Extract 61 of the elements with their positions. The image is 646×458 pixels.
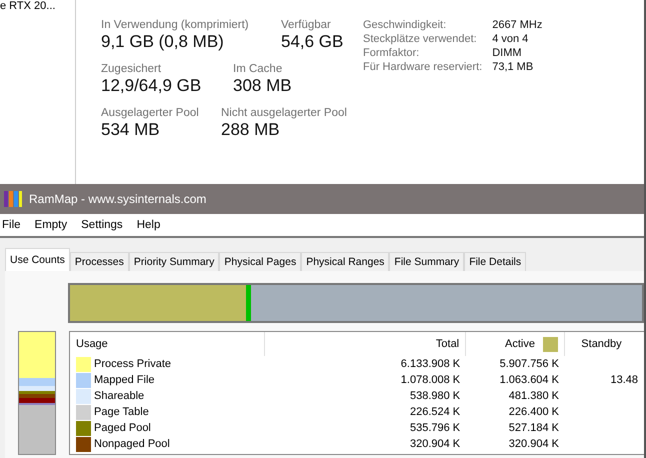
detail-label: Für Hardware reserviert: (363, 61, 482, 73)
stat-value: 12,9/64,9 GB (101, 76, 202, 96)
table-cell: 481.380 K (508, 390, 559, 402)
stat-value: 308 MB (233, 76, 292, 96)
table-cell: 538.980 K (410, 390, 460, 402)
column-header[interactable]: Active (466, 332, 565, 356)
table-cell: Page Table (94, 406, 149, 418)
tab[interactable]: Processes (70, 252, 129, 271)
tab[interactable]: Physical Pages (219, 252, 302, 271)
column-header[interactable]: Standby (564, 332, 644, 356)
table-cell: 13.48 (610, 374, 638, 386)
stat-label: Ausgelagerter Pool (101, 107, 200, 119)
detail-label: Steckplätze verwendet: (363, 33, 478, 45)
table-cell: 1.078.008 K (400, 374, 460, 386)
tab[interactable]: Use Counts (5, 248, 70, 271)
stat-label: Verfügbar (281, 19, 332, 31)
stat-value: 534 MB (101, 120, 161, 140)
detail-value: DIMM (492, 47, 523, 59)
stat-label: Nicht ausgelagerter Pool (221, 107, 347, 119)
table-cell: 320.904 K (508, 438, 559, 450)
detail-value: 4 von 4 (492, 33, 530, 45)
detail-label: Geschwindigkeit: (363, 19, 448, 31)
tab[interactable]: Physical Ranges (301, 252, 390, 271)
table-cell: 6.133.908 K (400, 358, 460, 370)
stat-value: 9,1 GB (0,8 MB) (101, 32, 225, 52)
column-header[interactable]: Usage (70, 332, 265, 356)
table-cell: 535.796 K (410, 422, 460, 434)
table-cell: Shareable (94, 390, 144, 402)
column-header[interactable]: Total (264, 332, 466, 356)
column-label: Total (436, 338, 460, 350)
menu-item[interactable]: Empty (34, 219, 68, 231)
table-cell: 1.063.604 K (500, 374, 559, 386)
column-label: Usage (76, 338, 108, 350)
table-cell: Process Private (94, 358, 172, 370)
column-label: Standby (581, 338, 622, 350)
table-cell: 527.184 K (508, 422, 559, 434)
detail-value: 73,1 MB (492, 61, 534, 73)
tab[interactable]: Priority Summary (128, 252, 220, 271)
stat-label: In Verwendung (komprimiert) (101, 19, 250, 31)
menu-item[interactable]: File (2, 219, 21, 231)
column-label: Active (504, 338, 535, 350)
table-cell: 226.524 K (410, 406, 460, 418)
app-icon (3, 190, 23, 208)
stat-label: Im Cache (233, 63, 284, 75)
table-cell: Nonpaged Pool (94, 438, 170, 450)
table-cell: 5.907.756 K (500, 358, 559, 370)
stat-value: 54,6 GB (281, 32, 344, 52)
gpu-name-text: e RTX 20... (0, 0, 56, 13)
stat-value: 288 MB (221, 120, 281, 140)
detail-label: Formfaktor: (363, 47, 420, 59)
tab[interactable]: File Details (464, 252, 526, 271)
table-cell: Mapped File (94, 374, 155, 386)
window-title: RamMap - www.sysinternals.com (29, 192, 206, 206)
menu-item[interactable]: Settings (81, 219, 123, 231)
table-cell: Paged Pool (94, 422, 151, 434)
table-cell: 320.904 K (410, 438, 460, 450)
tab[interactable]: File Summary (389, 252, 464, 271)
menu-item[interactable]: Help (136, 219, 160, 231)
detail-value: 2667 MHz (492, 19, 542, 31)
stat-label: Zugesichert (101, 63, 162, 75)
table-cell: 226.400 K (508, 406, 559, 418)
